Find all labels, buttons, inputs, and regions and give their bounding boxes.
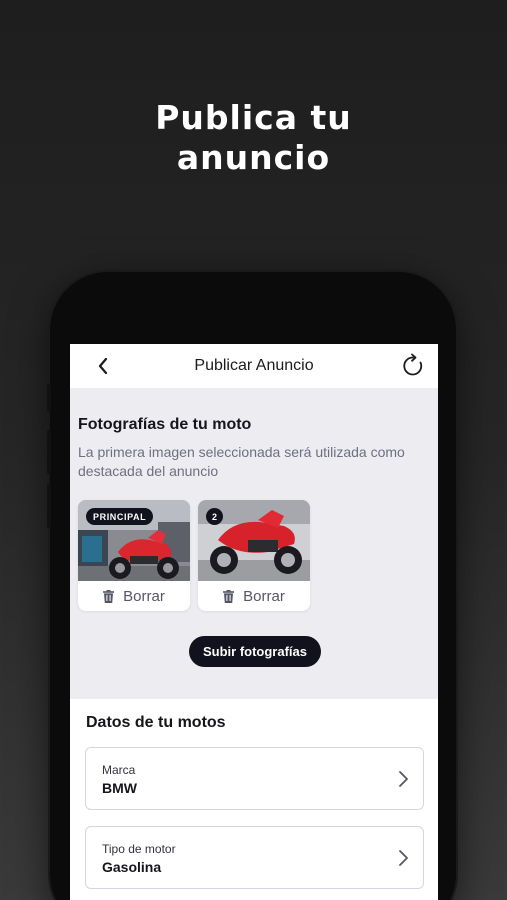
field-value: BMW <box>102 780 137 796</box>
hero-title-line2: anuncio <box>176 138 331 177</box>
moto-data-section: Datos de tu motos Marca BMW Tipo de moto… <box>70 699 438 900</box>
app-screen: Publicar Anuncio Fotografías de tu moto … <box>70 344 438 900</box>
refresh-icon <box>403 353 423 376</box>
delete-label: Borrar <box>123 587 165 605</box>
photos-section: Fotografías de tu moto La primera imagen… <box>78 416 430 481</box>
field-label: Tipo de motor <box>102 842 176 856</box>
photo-card-principal[interactable]: PRINCIPAL Borrar <box>78 500 190 611</box>
principal-badge: PRINCIPAL <box>86 508 154 525</box>
phone-side-button <box>47 384 51 412</box>
back-button[interactable] <box>92 355 114 377</box>
engine-type-field[interactable]: Tipo de motor Gasolina <box>85 826 424 889</box>
photos-section-description: La primera imagen seleccionada será util… <box>78 444 405 479</box>
photo-card-2[interactable]: 2 Borrar <box>198 500 310 611</box>
chevron-left-icon <box>98 358 108 374</box>
refresh-button[interactable] <box>400 353 426 379</box>
chevron-right-icon <box>399 850 408 866</box>
page-title: Publicar Anuncio <box>194 357 314 374</box>
field-label: Marca <box>102 763 136 777</box>
delete-photo-button[interactable]: Borrar <box>78 581 190 611</box>
photos-section-title: Fotografías de tu moto <box>78 416 252 433</box>
field-value: Gasolina <box>102 859 162 875</box>
delete-photo-button[interactable]: Borrar <box>198 581 310 611</box>
trash-icon <box>223 589 235 603</box>
brand-field[interactable]: Marca BMW <box>85 747 424 810</box>
moto-data-title: Datos de tu motos <box>86 714 226 731</box>
hero-title-line1: Publica tu <box>155 98 352 137</box>
trash-icon <box>103 589 115 603</box>
phone-volume-down <box>47 484 51 528</box>
delete-label: Borrar <box>243 587 285 605</box>
photo-order-badge: 2 <box>206 508 223 525</box>
upload-photos-button[interactable]: Subir fotografías <box>189 636 321 667</box>
chevron-right-icon <box>399 771 408 787</box>
hero-title: Publica tu anuncio <box>0 98 507 178</box>
phone-volume-up <box>47 430 51 474</box>
app-bar: Publicar Anuncio <box>70 344 438 388</box>
